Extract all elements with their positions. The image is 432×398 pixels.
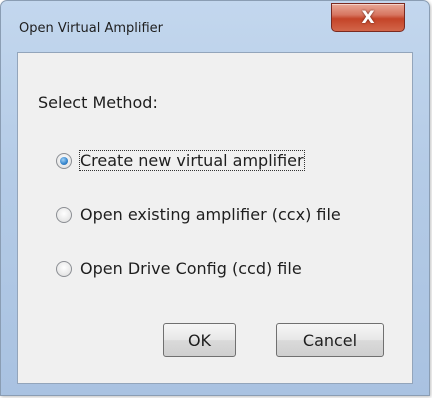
select-method-label: Select Method: xyxy=(38,93,158,112)
window-title: Open Virtual Amplifier xyxy=(19,21,164,36)
close-button[interactable]: X xyxy=(331,3,405,32)
dialog-client-area: Select Method: Create new virtual amplif… xyxy=(17,52,413,384)
radio-button-unchecked-icon[interactable] xyxy=(56,206,72,223)
ok-button[interactable]: OK xyxy=(163,323,236,357)
radio-label-open-drive-config[interactable]: Open Drive Config (ccd) file xyxy=(80,259,302,278)
cancel-button[interactable]: Cancel xyxy=(276,323,384,357)
radio-label-create-new[interactable]: Create new virtual amplifier xyxy=(79,150,305,171)
title-bar[interactable]: Open Virtual Amplifier X xyxy=(1,1,429,41)
radio-button-unchecked-icon[interactable] xyxy=(56,260,72,277)
radio-button-checked-icon[interactable] xyxy=(56,152,72,169)
radio-label-open-existing[interactable]: Open existing amplifier (ccx) file xyxy=(80,205,341,224)
close-icon: X xyxy=(361,7,375,28)
radio-option-open-existing[interactable]: Open existing amplifier (ccx) file xyxy=(56,205,341,224)
radio-option-create-new[interactable]: Create new virtual amplifier xyxy=(56,150,305,171)
radio-option-open-drive-config[interactable]: Open Drive Config (ccd) file xyxy=(56,259,302,278)
dialog-window: Open Virtual Amplifier X Select Method: … xyxy=(0,0,430,396)
